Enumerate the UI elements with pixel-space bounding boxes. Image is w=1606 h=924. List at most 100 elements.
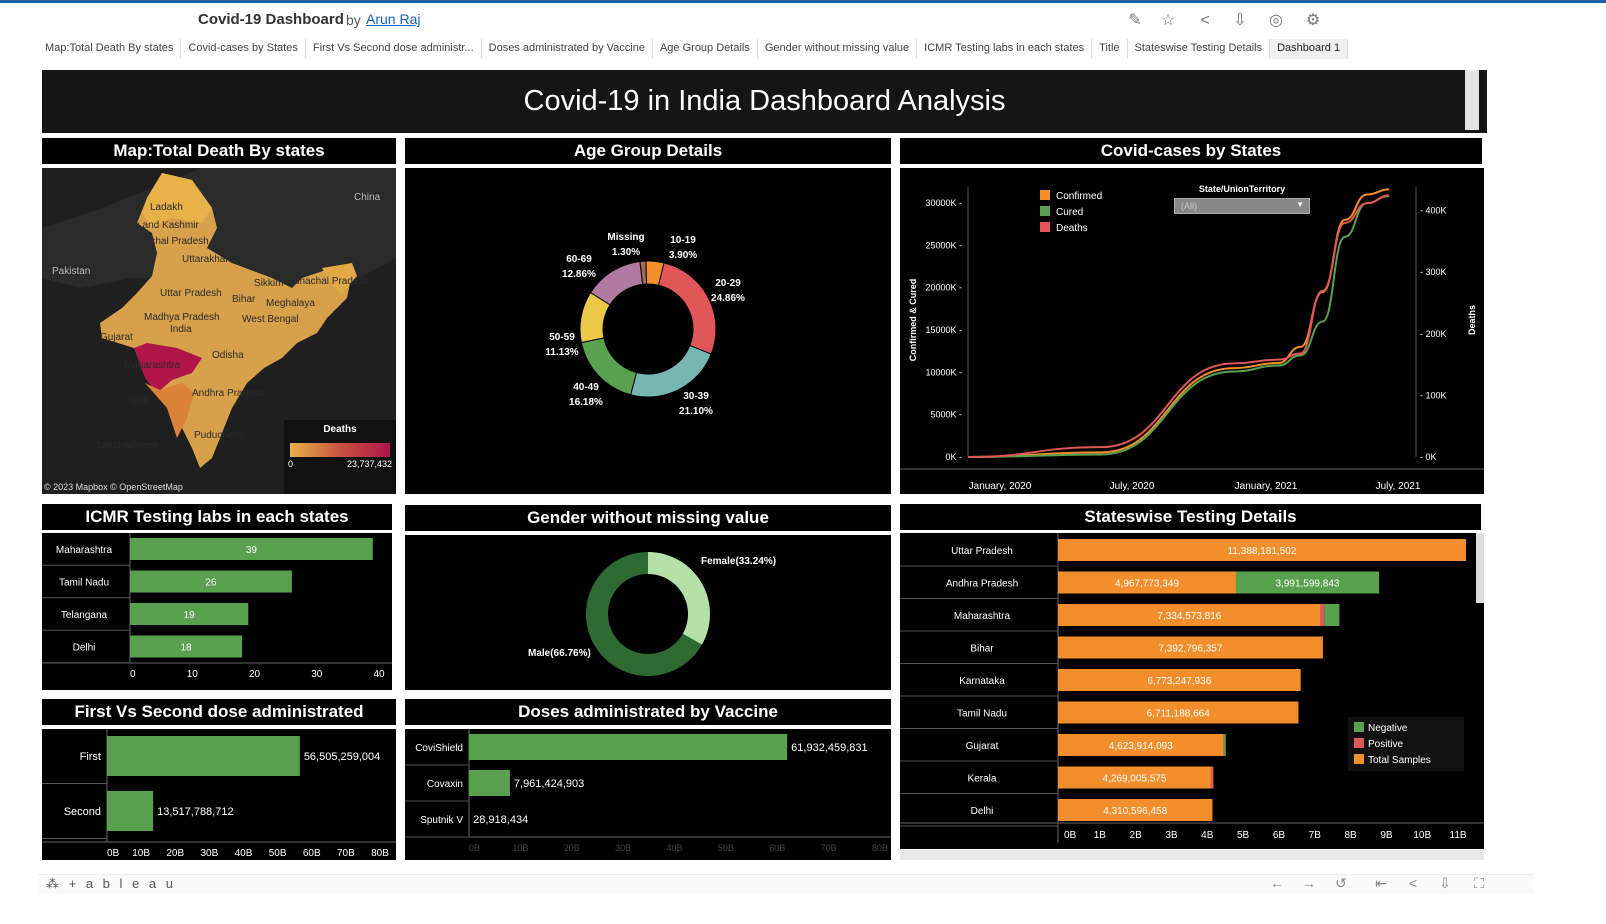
- testing-category-label: Maharashtra: [954, 611, 1011, 622]
- testing-bar-negative[interactable]: [1223, 734, 1226, 756]
- tab-3[interactable]: Doses administrated by Vaccine: [482, 39, 653, 59]
- subscribe-icon[interactable]: ◎: [1266, 11, 1286, 31]
- age-percent-label: 21.10%: [679, 406, 713, 417]
- testing-panel: 0B 1B 2B 3B 4B 5B 6B 7B 8B 9B 10B 11B Uttar Pradesh 1…: [900, 533, 1484, 849]
- age-slice-30-39[interactable]: [630, 344, 712, 398]
- testing-value-label: 11,388,181,502: [1228, 546, 1297, 557]
- cases-series-deaths[interactable]: [967, 194, 1390, 458]
- age-category-label: 10-19: [670, 235, 696, 246]
- tab-4[interactable]: Age Group Details: [653, 39, 758, 59]
- tab-9[interactable]: Dashboard 1: [1270, 39, 1349, 59]
- redo-icon[interactable]: →: [1300, 875, 1318, 891]
- state-filter-dropdown[interactable]: (All) ▼: [1174, 198, 1310, 214]
- fullscreen-icon[interactable]: ⛶: [1470, 875, 1488, 891]
- testing-hscrollbar[interactable]: [900, 850, 1484, 860]
- testing-category-label: Delhi: [971, 806, 994, 817]
- dose-svg-bar[interactable]: [107, 736, 300, 776]
- cases-y-left-tick: 25000K -: [925, 240, 962, 250]
- cases-y-left-tick: 30000K -: [925, 198, 962, 208]
- testing-bar-positive[interactable]: [1320, 604, 1325, 626]
- testing-value-label: 4,967,773,349: [1115, 579, 1179, 590]
- testing-value-label: 6,773,247,936: [1147, 676, 1211, 687]
- state-filter-label: State/UnionTerritory: [1198, 184, 1286, 194]
- testing-bar-positive[interactable]: [1210, 766, 1214, 789]
- cases-y-left-tick: 5000K -: [930, 410, 962, 420]
- dose-svg-bar[interactable]: [107, 791, 154, 831]
- tab-2[interactable]: First Vs Second dose administr...: [306, 39, 482, 59]
- cases-x-tick: July, 2020: [1110, 481, 1155, 492]
- download-icon[interactable]: ⇩: [1436, 875, 1454, 891]
- testing-value-label: 4,623,914,093: [1109, 741, 1173, 752]
- testing-x-tick: 6B: [1273, 830, 1286, 841]
- cases-legend-swatch: [1040, 222, 1050, 232]
- tab-5[interactable]: Gender without missing value: [758, 39, 918, 59]
- map-panel[interactable]: China Ladakh Jammu and Kashmir Himachal Pra…: [42, 168, 396, 494]
- age-slice-20-29[interactable]: [657, 262, 717, 355]
- download-icon[interactable]: ⇩: [1230, 11, 1250, 31]
- star-icon[interactable]: ☆: [1158, 11, 1178, 31]
- edit-icon[interactable]: ✎: [1125, 11, 1145, 31]
- author-link[interactable]: Arun Raj: [366, 11, 420, 27]
- cases-legend-label: Cured: [1056, 207, 1083, 218]
- vaccine-bar-chart[interactable]: 0B 10B 20B 30B 40B 50B 60B 70B 80B CoviShield 61,9…: [405, 729, 891, 860]
- reset-icon[interactable]: ⇤: [1372, 875, 1390, 891]
- labs-svg-category-label: Telangana: [61, 610, 108, 621]
- testing-value-label: 7,334,573,816: [1157, 611, 1221, 622]
- banner-scrollbar[interactable]: [1465, 70, 1479, 130]
- tab-7[interactable]: Title: [1092, 39, 1128, 59]
- tab-6[interactable]: ICMR Testing labs in each states: [917, 39, 1093, 59]
- tableau-logo[interactable]: ⁂ + a b l e a u: [46, 876, 176, 892]
- cases-series-confirmed[interactable]: [967, 188, 1390, 458]
- vaccine-svg-category-label: CoviShield: [415, 743, 463, 754]
- testing-x-tick: 2B: [1130, 830, 1143, 841]
- share-icon[interactable]: <: [1195, 11, 1215, 31]
- map-label: Puducherry: [194, 430, 246, 441]
- map-label: Odisha: [212, 350, 244, 361]
- testing-x-tick: 8B: [1344, 830, 1357, 841]
- vaccine-svg-bar[interactable]: [469, 770, 510, 796]
- map-label: Ladakh: [150, 202, 183, 213]
- map-legend-min: 0: [288, 459, 294, 469]
- map-credits[interactable]: © 2023 Mapbox © OpenStreetMap: [44, 482, 183, 492]
- testing-category-label: Tamil Nadu: [957, 709, 1007, 720]
- share-icon[interactable]: <: [1404, 875, 1422, 891]
- map-label: Madhya Pradesh: [144, 312, 220, 323]
- dose-bar-chart[interactable]: 0B 10B 20B 30B 40B 50B 60B 70B 80B First 56,505,25…: [42, 729, 396, 860]
- age-category-label: 50-59: [549, 332, 575, 343]
- age-donut-chart[interactable]: Missing 1.30% 10-19 3.90% 20-29 24.86% 30-39 21…: [405, 168, 891, 494]
- testing-legend-label: Total Samples: [1368, 755, 1431, 766]
- sheet-tabs: Map:Total Death By states Covid-cases by …: [38, 39, 1349, 59]
- age-percent-label: 12.86%: [562, 269, 596, 280]
- cases-line-chart[interactable]: 0K - 5000K - 10000K - 15000K - 20000K - 25000…: [900, 168, 1484, 494]
- settings-icon[interactable]: ⚙: [1303, 11, 1323, 31]
- map-legend-max: 23,737,432: [346, 459, 392, 469]
- revert-icon[interactable]: ↺: [1332, 875, 1350, 891]
- gender-panel: Female(33.24%) Male(66.76%): [405, 535, 891, 690]
- map-label: Gujarat: [100, 332, 133, 343]
- dose-svg-value-label: 56,505,259,004: [304, 751, 380, 763]
- panel-title-cases: Covid-cases by States: [900, 138, 1482, 164]
- vaccine-svg-x-tick: 0B: [469, 843, 480, 853]
- tab-0[interactable]: Map:Total Death By states: [38, 39, 182, 59]
- undo-icon[interactable]: ←: [1268, 875, 1286, 891]
- tab-8[interactable]: Stateswise Testing Details: [1128, 39, 1271, 59]
- testing-vscrollbar[interactable]: [1476, 533, 1484, 603]
- cases-y-left-tick: 0K -: [945, 452, 962, 462]
- cases-series-cured[interactable]: [967, 195, 1390, 458]
- tab-1[interactable]: Covid-cases by States: [181, 39, 306, 59]
- top-accent-bar: [0, 0, 1606, 3]
- labs-bar-chart[interactable]: 0 10 20 30 40 Maharashtra 39 Tamil Nadu 26 Telang…: [42, 533, 392, 690]
- testing-x-tick: 11B: [1450, 830, 1467, 841]
- gender-donut-chart[interactable]: Female(33.24%) Male(66.76%): [405, 535, 891, 690]
- cases-x-tick: July, 2021: [1376, 481, 1421, 492]
- age-percent-label: 16.18%: [569, 397, 603, 408]
- dose-svg-x-tick: 60B: [303, 848, 321, 859]
- testing-bar-negative[interactable]: [1324, 604, 1340, 626]
- dose-svg-x-tick: 30B: [200, 848, 218, 859]
- vaccine-svg-bar[interactable]: [469, 734, 788, 760]
- age-percent-label: 3.90%: [669, 250, 697, 261]
- vaccine-svg-x-tick: 70B: [821, 843, 837, 853]
- testing-value-label: 7,392,796,357: [1158, 644, 1222, 655]
- testing-stacked-bar-chart[interactable]: 0B 1B 2B 3B 4B 5B 6B 7B 8B 9B 10B 11B Uttar Pradesh 1…: [900, 533, 1484, 849]
- labs-panel: 0 10 20 30 40 Maharashtra 39 Tamil Nadu 26 Telang…: [42, 533, 392, 690]
